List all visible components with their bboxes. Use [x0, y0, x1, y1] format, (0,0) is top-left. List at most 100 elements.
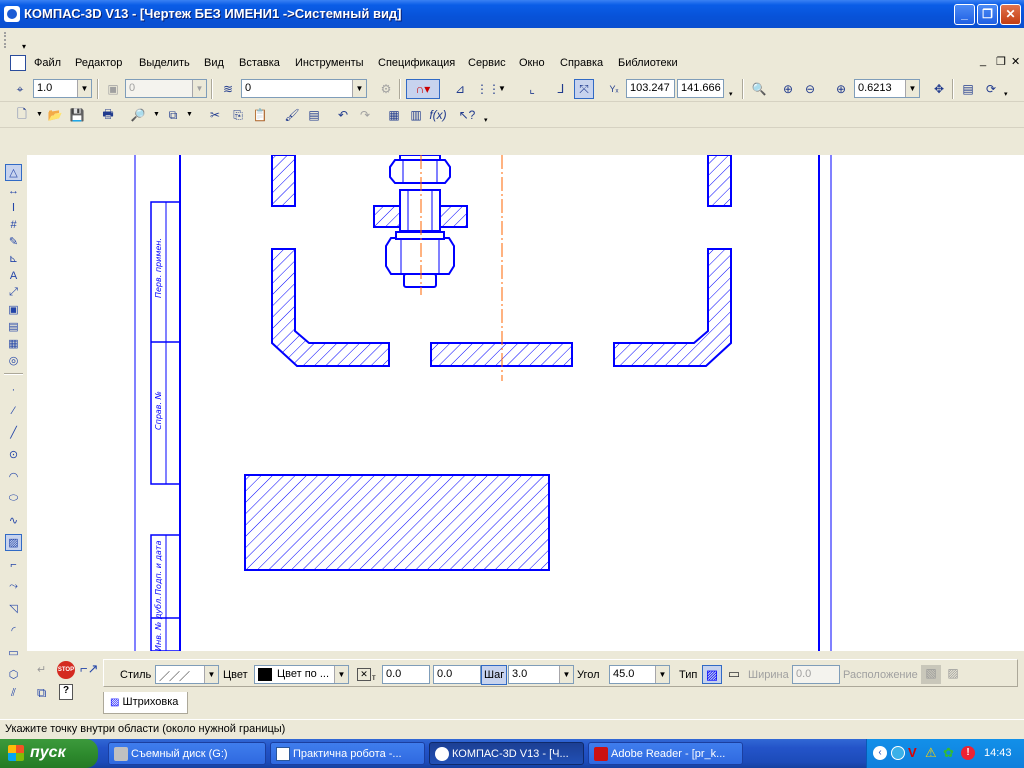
chevron-down-icon[interactable]: ▼	[905, 80, 919, 97]
round-mode-icon[interactable]: ⤧	[574, 79, 594, 99]
task-word-document[interactable]: Практична робота -...	[270, 742, 425, 765]
formula-icon[interactable]: f(x)	[428, 105, 448, 125]
toolbar-chevron-icon[interactable]: ▾	[484, 116, 488, 124]
menu-specification[interactable]: Спецификация	[378, 57, 455, 69]
polygon-icon[interactable]: ⬡	[5, 666, 22, 683]
menu-insert[interactable]: Вставка	[239, 57, 280, 69]
help-icon[interactable]: ?	[59, 684, 73, 700]
toolbar-chevron-icon[interactable]: ▾	[1004, 90, 1008, 98]
open-folder-icon[interactable]: 📂	[45, 105, 65, 125]
properties-list-icon[interactable]: ▤	[304, 105, 324, 125]
auxiliary-line-icon[interactable]: ⁄	[5, 402, 22, 419]
alert-icon[interactable]: !	[961, 746, 975, 760]
notation-panel-icon[interactable]: Ⅰ	[5, 199, 22, 216]
layers-icon[interactable]: ≋	[218, 79, 238, 99]
geometry-panel-icon[interactable]: △	[5, 164, 22, 181]
manager-icon[interactable]: ⧉	[163, 105, 183, 125]
save-icon[interactable]: 💾	[67, 105, 87, 125]
chevron-down-icon[interactable]: ▼	[352, 80, 366, 97]
hatch-icon[interactable]: ▨	[5, 534, 22, 551]
hatch-color-combo[interactable]: Цвет по ... ▼	[254, 665, 349, 684]
pan-icon[interactable]: ✥	[929, 79, 949, 99]
minimize-button[interactable]: _	[954, 4, 975, 25]
measure-panel-icon[interactable]: ⊾	[5, 250, 22, 267]
grid-icon[interactable]: ⋮⋮	[476, 79, 500, 99]
polyline-icon[interactable]: ⌐	[5, 556, 22, 573]
fillet-icon[interactable]: ◜	[5, 622, 22, 639]
coord-y-field[interactable]: 141.666	[677, 79, 724, 98]
angle-combo[interactable]: 45.0 ▼	[609, 665, 670, 684]
step-label[interactable]: Шаг	[481, 665, 508, 685]
zoom-combo[interactable]: 0.6213 ▼	[854, 79, 920, 98]
paste-icon[interactable]: 📋	[250, 105, 270, 125]
segment-icon[interactable]: ╱	[5, 424, 22, 441]
maximize-button[interactable]: ❐	[977, 4, 998, 25]
window-titlebar[interactable]: КОМПАС-3D V13 - [Чертеж БЕЗ ИМЕНИ1 ->Сис…	[0, 0, 1024, 28]
show-all-icon[interactable]: ▤	[958, 79, 978, 99]
local-cs-icon[interactable]: ⌞	[522, 79, 542, 99]
antivirus-icon[interactable]: V	[908, 745, 917, 760]
specification-panel-icon[interactable]: ▣	[5, 301, 22, 318]
help-pointer-icon[interactable]: ↖?	[457, 105, 477, 125]
editing-panel-icon[interactable]: #	[5, 216, 22, 233]
menu-view[interactable]: Вид	[204, 57, 224, 69]
network-icon[interactable]: ✿	[943, 745, 954, 761]
doc-restore-button[interactable]: ❐	[996, 55, 1006, 68]
document-icon[interactable]	[10, 55, 26, 71]
chevron-down-icon[interactable]: ▼	[186, 111, 193, 118]
chevron-down-icon[interactable]: ▼	[334, 666, 348, 683]
new-document-icon[interactable]: 🗋	[12, 105, 32, 125]
chevron-down-icon[interactable]: ▼	[498, 84, 506, 93]
warning-icon[interactable]: ⚠	[925, 745, 937, 761]
circle-icon[interactable]: ⊙	[5, 446, 22, 463]
tray-expand-icon[interactable]: ‹	[873, 746, 887, 760]
menu-edit[interactable]: Редактор	[75, 57, 122, 69]
menu-window[interactable]: Окно	[519, 57, 545, 69]
ellipse-icon[interactable]: ⬭	[5, 490, 22, 507]
zoom-window-icon[interactable]: 🔍	[749, 79, 769, 99]
create-object-icon[interactable]: ⧉	[37, 685, 46, 701]
safely-remove-icon[interactable]	[891, 746, 905, 760]
select-panel-icon[interactable]: A	[5, 267, 22, 284]
local-snaps-icon[interactable]: ⊿	[450, 79, 470, 99]
chamfer-icon[interactable]: ◹	[5, 600, 22, 617]
clock[interactable]: 14:43	[984, 747, 1012, 759]
drawing-canvas[interactable]: Перв. примен. Справ. № Подп. и дата Инв.…	[27, 155, 1024, 651]
base-point-icon[interactable]: ✕	[357, 668, 371, 681]
chevron-down-icon[interactable]: ▼	[153, 111, 160, 118]
stop-icon[interactable]: STOP	[57, 661, 75, 679]
doc-close-button[interactable]: ✕	[1011, 55, 1020, 68]
auto-create-icon[interactable]: ⌐↗	[80, 661, 98, 677]
task-kompas[interactable]: КОМПАС-3D V13 - [Ч...	[429, 742, 584, 765]
copy-icon[interactable]: ⎘	[228, 105, 248, 125]
toolbar-chevron-icon[interactable]: ▾	[729, 90, 733, 98]
snap-point-icon[interactable]: ⌖	[10, 79, 30, 99]
fill-type-icon[interactable]: ▭	[724, 665, 744, 684]
redo-icon[interactable]: ↷	[355, 105, 375, 125]
variables-icon[interactable]: ▥	[406, 105, 426, 125]
refresh-icon[interactable]: ⟳	[981, 79, 1001, 99]
chevron-down-icon[interactable]: ▼	[655, 666, 669, 683]
point-x-field[interactable]: 0.0	[382, 665, 430, 684]
task-adobe-reader[interactable]: Adobe Reader - [pr_k...	[588, 742, 743, 765]
fragment-panel-icon[interactable]: ◎	[5, 352, 22, 369]
print-icon[interactable]: 🖶	[98, 105, 118, 125]
menu-libraries[interactable]: Библиотеки	[618, 57, 678, 69]
back-arrow-icon[interactable]: ↵	[37, 663, 46, 676]
toolbar-chevron-icon[interactable]: ▾	[22, 42, 26, 51]
menu-file[interactable]: Файл	[34, 57, 61, 69]
zoom-scale-icon[interactable]: ⊕	[831, 79, 851, 99]
curve-icon[interactable]: ⤳	[5, 578, 22, 595]
copy-properties-icon[interactable]: 🖌	[282, 105, 302, 125]
reports-panel-icon[interactable]: ▤	[5, 318, 22, 335]
close-button[interactable]: ✕	[1000, 4, 1021, 25]
scale-combo[interactable]: 1.0 ▼	[33, 79, 92, 98]
spline-icon[interactable]: ∿	[5, 512, 22, 529]
insert-panel-icon[interactable]: ▦	[5, 335, 22, 352]
chevron-down-icon[interactable]: ▼	[36, 111, 43, 118]
layer-combo[interactable]: 0 ▼	[241, 79, 367, 98]
zoom-out-icon[interactable]: ⊖	[800, 79, 820, 99]
chevron-down-icon[interactable]: ▼	[77, 80, 91, 97]
point-y-field[interactable]: 0.0	[433, 665, 481, 684]
parametrization-panel-icon[interactable]: ✎	[5, 233, 22, 250]
